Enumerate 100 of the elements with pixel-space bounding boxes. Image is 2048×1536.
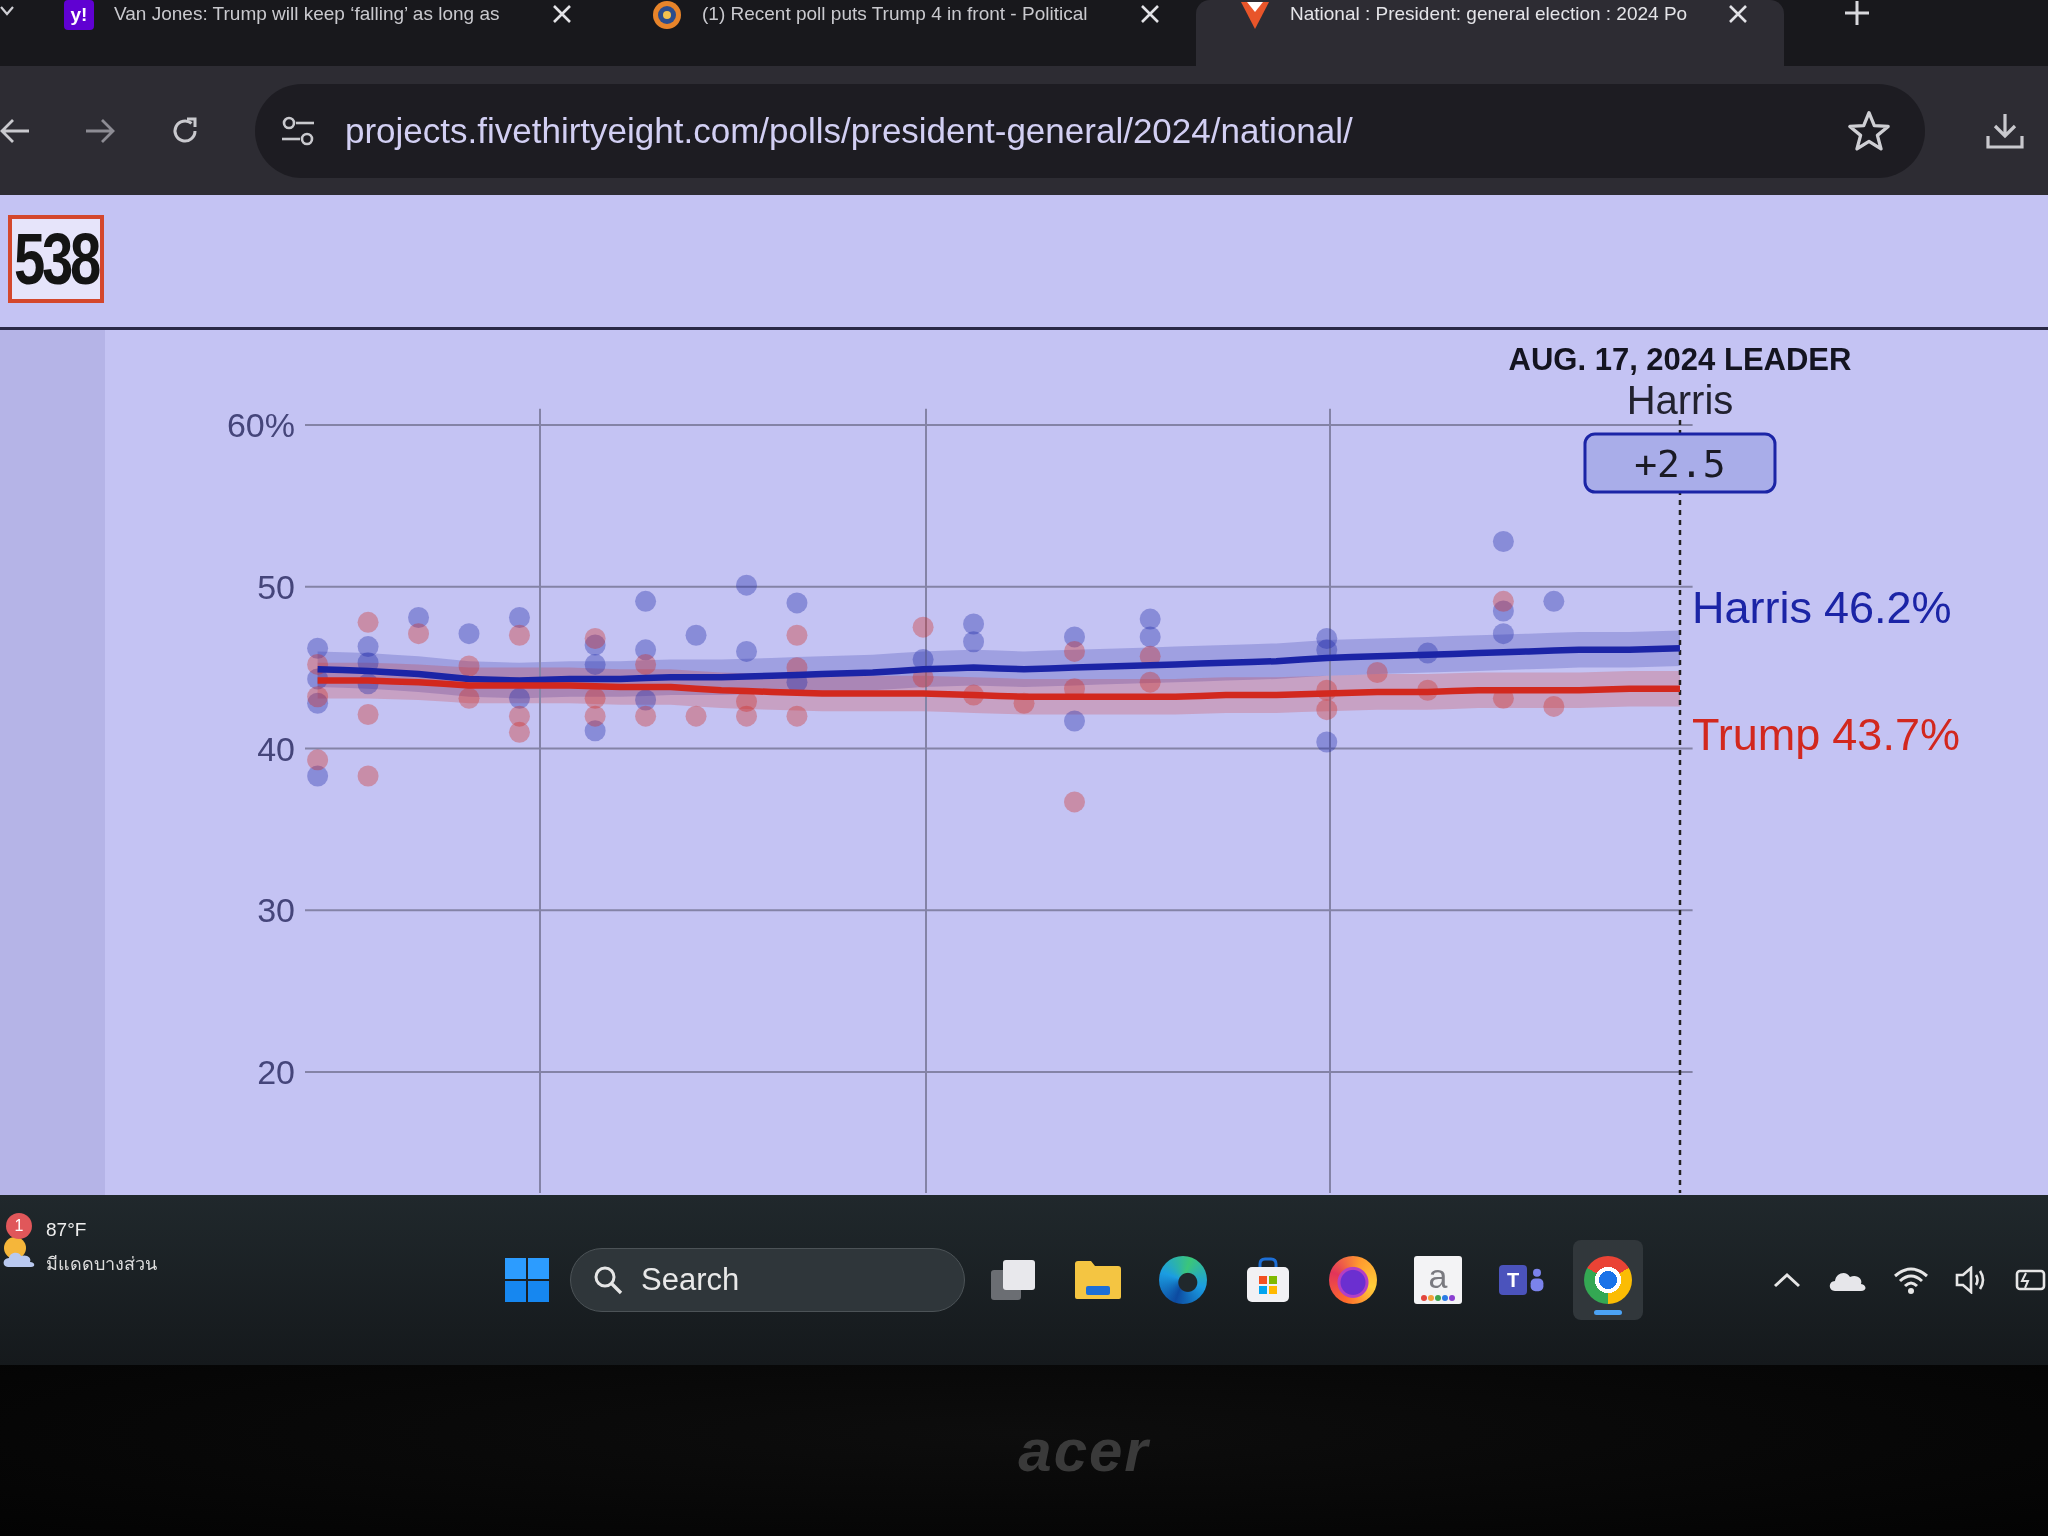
poll-dot [635, 689, 657, 711]
poll-dot [786, 705, 808, 727]
poll-dot [635, 653, 657, 675]
people-app-tile[interactable]: T [1499, 1258, 1547, 1302]
poll-dot [963, 631, 985, 653]
letter-app-tile[interactable]: a [1414, 1256, 1462, 1304]
poll-dot [786, 624, 808, 646]
poll-dot [736, 574, 757, 596]
poll-dot [357, 636, 379, 658]
taskbar-app-button[interactable] [1573, 1240, 1643, 1320]
poll-dot [1064, 710, 1085, 732]
start-icon[interactable] [505, 1258, 549, 1302]
poll-dot [1064, 640, 1085, 662]
poll-dot [307, 765, 329, 787]
search-bar[interactable]: Search [570, 1248, 965, 1312]
poll-dot [736, 705, 757, 727]
poll-dot [408, 607, 430, 628]
caret-up-icon[interactable] [1773, 1272, 1801, 1288]
weather-condition-text: มีแดดบางส่วน [46, 1253, 157, 1276]
poll-dot [1316, 731, 1338, 753]
active-indicator [1594, 1310, 1622, 1315]
poll-dot [307, 653, 329, 675]
poll-dot [912, 616, 934, 638]
poll-dot [584, 687, 606, 709]
poll-dot [736, 640, 757, 662]
poll-dot [963, 684, 985, 706]
poll-dot [458, 623, 480, 645]
poll-dot [508, 721, 530, 743]
forward-arrow-icon[interactable] [85, 117, 115, 144]
poll-dot [1417, 642, 1439, 664]
chevron-down-icon[interactable] [0, 6, 14, 16]
poll-dot [508, 624, 530, 646]
poll-dot [307, 686, 329, 708]
swirl-icon[interactable] [1159, 1256, 1207, 1304]
poll-dot [1492, 530, 1514, 552]
poll-dot [307, 749, 329, 771]
close-icon[interactable] [1728, 4, 1748, 24]
series-name: Harris [1692, 582, 1812, 635]
browser-tab[interactable]: y! Van Jones: Trump will keep ‘falling’ as long as [20, 0, 608, 66]
battery-icon[interactable] [2015, 1269, 2048, 1291]
site-settings-icon[interactable] [281, 115, 315, 146]
poll-dot [1366, 662, 1388, 683]
poll-dot [508, 687, 530, 709]
new-tab-icon[interactable] [1844, 0, 1870, 26]
poll-dot [584, 628, 606, 649]
round-favicon-icon [652, 0, 682, 30]
colored-dots-icon [1421, 1295, 1455, 1301]
favicon-tile: y! [64, 0, 94, 30]
poll-dot [357, 611, 379, 633]
poll-dot [1316, 699, 1338, 721]
browser-tab[interactable]: (1) Recent poll puts Trump 4 in front - Political [608, 0, 1196, 66]
axis-label: 40 [257, 729, 295, 768]
temperature-text: 87°F [46, 1219, 88, 1241]
wifi-icon[interactable] [1893, 1266, 1929, 1294]
poll-dot [1139, 671, 1161, 693]
poll-dot [584, 653, 606, 675]
poll-dot [458, 687, 480, 709]
color-wheel-icon[interactable] [1584, 1256, 1632, 1304]
people-icon [1529, 1267, 1545, 1293]
poll-dot [458, 655, 480, 677]
back-arrow-icon[interactable] [0, 117, 30, 144]
flame-globe-icon[interactable] [1329, 1256, 1377, 1304]
site-logo[interactable]: 538 [8, 215, 104, 303]
axis-label: 50 [257, 567, 295, 606]
notification-badge: 1 [6, 1213, 32, 1239]
search-input[interactable]: Search [641, 1262, 942, 1298]
axis-label: 20 [257, 1053, 295, 1091]
bookmark-star-icon[interactable] [1847, 109, 1891, 152]
axis-label: 30 [257, 891, 295, 930]
address-bar[interactable]: projects.fivethirtyeight.com/polls/president-general/2024/national/ [255, 83, 1925, 178]
browser-tab[interactable]: National : President: general election : 2024 Po [1196, 0, 1784, 66]
poll-dot [357, 765, 379, 787]
poll-dot [1543, 695, 1565, 717]
series-name: Trump [1692, 708, 1821, 761]
poll-dot [1316, 679, 1338, 701]
poll-dot [508, 607, 530, 628]
download-icon[interactable] [1985, 111, 2025, 150]
poll-dot [1492, 623, 1514, 645]
poll-dot [685, 624, 707, 646]
poll-dot [1064, 791, 1085, 813]
poll-dot [584, 705, 606, 727]
poll-dot [635, 590, 657, 612]
poll-dot [963, 613, 985, 635]
series-value: 46.2% [1824, 582, 1952, 635]
search-icon [593, 1265, 623, 1295]
poll-dot [1139, 626, 1161, 648]
shopping-bag-icon[interactable] [1244, 1256, 1292, 1304]
series-value: 43.7% [1832, 708, 1960, 761]
margin-badge: +2.5 [1583, 432, 1777, 494]
axis-label: 60% [226, 406, 295, 444]
leader-name: Harris [1626, 378, 1734, 422]
close-icon[interactable] [1140, 4, 1160, 24]
poll-dot [786, 592, 808, 614]
poll-dot [1139, 608, 1161, 630]
triangle-favicon-icon [1240, 0, 1270, 30]
close-icon[interactable] [552, 4, 572, 24]
poll-dot [508, 705, 530, 727]
poll-dot [635, 705, 657, 727]
poll-dot [307, 637, 329, 659]
poll-dot [1417, 679, 1439, 701]
